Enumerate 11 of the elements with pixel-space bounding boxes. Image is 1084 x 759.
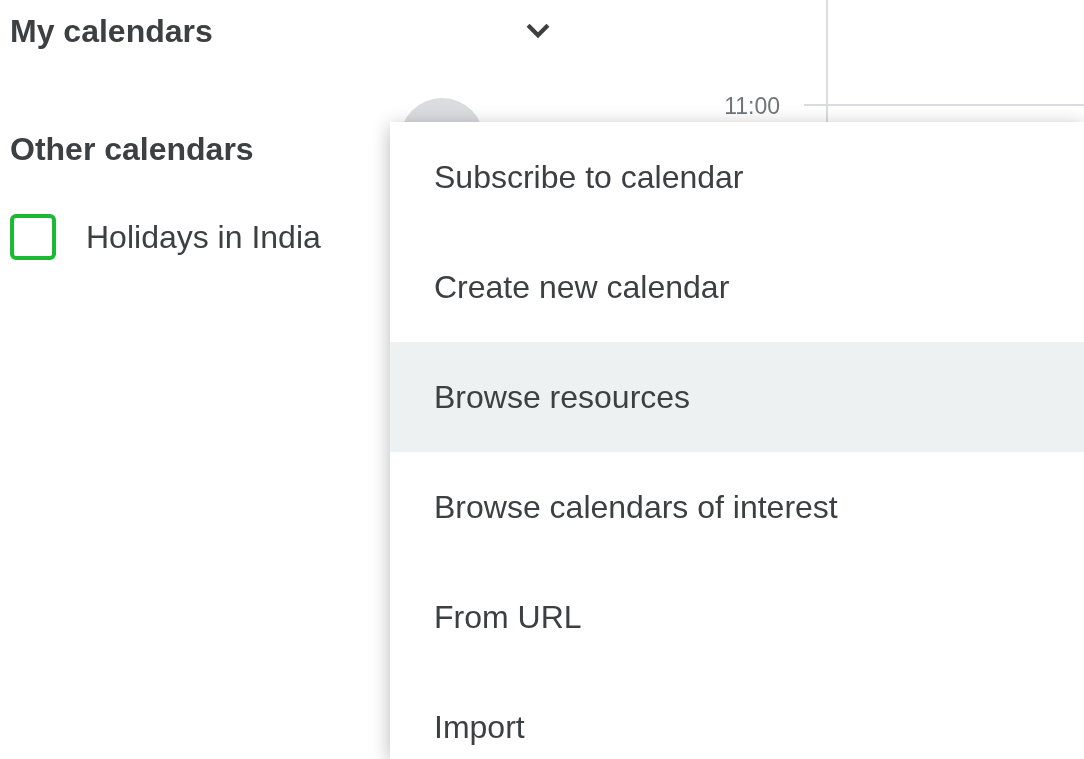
menu-item[interactable]: Subscribe to calendar xyxy=(390,122,1084,232)
checkbox[interactable] xyxy=(10,214,56,260)
time-label: 11:00 xyxy=(724,92,780,121)
menu-item[interactable]: From URL xyxy=(390,562,1084,672)
calendar-name: Holidays in India xyxy=(86,218,321,257)
section-title: Other calendars xyxy=(10,130,254,169)
section-title: My calendars xyxy=(10,12,213,51)
menu-item[interactable]: Create new calendar xyxy=(390,232,1084,342)
menu-item[interactable]: Browse calendars of interest xyxy=(390,452,1084,562)
menu-item[interactable]: Browse resources xyxy=(390,342,1084,452)
menu-item[interactable]: Import xyxy=(390,672,1084,759)
